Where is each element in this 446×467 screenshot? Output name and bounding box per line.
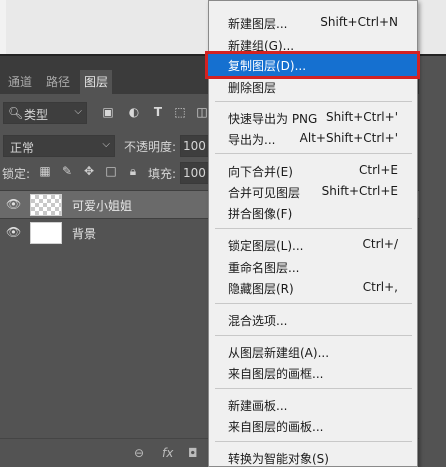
link-icon[interactable]: ⊖ (134, 446, 144, 460)
lock-position-icon[interactable]: ✥ (82, 164, 96, 178)
menu-item-shortcut: Shift+Ctrl+E (321, 184, 398, 198)
menu-item-shortcut: Ctrl+E (359, 163, 398, 177)
menu-item-shortcut: Alt+Shift+Ctrl+' (299, 131, 398, 145)
fx-icon[interactable]: fx (162, 446, 173, 460)
menu-item-label: 重命名图层... (228, 261, 300, 275)
type-filter-icon[interactable]: T (150, 104, 166, 120)
tab-layers[interactable]: 图层 (80, 70, 113, 94)
menu-item-rename-layer[interactable]: 重命名图层... (209, 256, 417, 278)
blend-mode-value: 正常 (10, 141, 35, 155)
menu-item-hide-layers[interactable]: 隐藏图层(R) Ctrl+, (209, 277, 417, 299)
lock-label: 锁定: (2, 167, 31, 181)
menu-item-label: 新建画板... (228, 399, 288, 413)
lock-all-icon[interactable]: 🔒︎ (126, 164, 140, 178)
layer-context-menu: 新建图层... Shift+Ctrl+N 新建组(G)... 复制图层(D)...… (205, 0, 420, 467)
layer-filter-select[interactable]: 🔍︎ 类型 ⌵ (3, 102, 87, 124)
lock-transparency-icon[interactable]: ▦ (38, 164, 52, 178)
menu-item-shortcut: Shift+Ctrl+' (325, 110, 398, 124)
menu-item-label: 向下合并(E) (228, 165, 293, 179)
menu-item-duplicate-layer[interactable]: 复制图层(D)... (205, 51, 420, 79)
lock-brush-icon[interactable]: ✎ (60, 164, 74, 178)
menu-separator (215, 388, 412, 389)
menu-item-new-artboard[interactable]: 新建画板... (209, 394, 417, 416)
opacity-value: 100 (183, 139, 206, 153)
layer-thumbnail (30, 222, 62, 244)
menu-item-blending-options[interactable]: 混合选项... (209, 309, 417, 331)
tab-paths[interactable]: 路径 (42, 70, 74, 94)
chevron-down-icon: ⌵ (102, 139, 110, 150)
layer-thumbnail (30, 194, 62, 216)
menu-item-convert-smart-object[interactable]: 转换为智能对象(S) (209, 447, 417, 467)
menu-item-merge-visible[interactable]: 合并可见图层 Shift+Ctrl+E (209, 181, 417, 203)
menu-item-label: 来自图层的画框... (228, 367, 324, 381)
search-icon: 🔍︎ (8, 106, 24, 120)
menu-item-label: 拼合图像(F) (228, 207, 293, 221)
fill-value: 100 (183, 166, 206, 180)
opacity-label: 不透明度: (124, 140, 177, 154)
menu-item-label: 快速导出为 PNG (228, 112, 318, 126)
menu-item-new-group[interactable]: 新建组(G)... (209, 34, 417, 56)
menu-item-merge-down[interactable]: 向下合并(E) Ctrl+E (209, 160, 417, 182)
menu-item-shortcut: Shift+Ctrl+N (320, 15, 398, 29)
shape-filter-icon[interactable]: ⬚ (172, 104, 188, 120)
chevron-down-icon: ⌵ (74, 106, 82, 117)
menu-item-label: 删除图层 (228, 81, 277, 95)
menu-item-label: 合并可见图层 (228, 186, 301, 200)
menu-item-label: 转换为智能对象(S) (228, 452, 329, 466)
menu-item-new-layer[interactable]: 新建图层... Shift+Ctrl+N (209, 12, 417, 34)
menu-item-label: 新建图层... (228, 17, 288, 31)
mask-icon[interactable]: ◘ (188, 446, 198, 460)
adjustment-filter-icon[interactable]: ◐ (126, 104, 142, 120)
menu-separator (215, 335, 412, 336)
menu-separator (215, 303, 412, 304)
blend-mode-select[interactable]: 正常 ⌵ (3, 135, 115, 157)
menu-item-shortcut: Ctrl+, (362, 280, 398, 294)
menu-separator (215, 153, 412, 154)
menu-item-label: 隐藏图层(R) (228, 282, 294, 296)
menu-item-frame-from-layers[interactable]: 来自图层的画框... (209, 362, 417, 384)
menu-item-export-as[interactable]: 导出为... Alt+Shift+Ctrl+' (209, 128, 417, 150)
menu-item-label: 来自图层的画板... (228, 420, 324, 434)
lock-artboard-icon[interactable]: □ (104, 164, 118, 178)
tab-channels[interactable]: 通道 (4, 70, 36, 94)
menu-separator (215, 101, 412, 102)
menu-item-label: 导出为... (228, 133, 276, 147)
menu-item-artboard-from-layers[interactable]: 来自图层的画板... (209, 415, 417, 437)
menu-separator (215, 228, 412, 229)
menu-item-lock-layers[interactable]: 锁定图层(L)... Ctrl+/ (209, 234, 417, 256)
menu-item-label: 混合选项... (228, 314, 288, 328)
filter-kind-label: 类型 (24, 108, 49, 122)
panel-right-edge (419, 56, 446, 467)
menu-item-shortcut: Ctrl+/ (362, 237, 398, 251)
menu-item-flatten-image[interactable]: 拼合图像(F) (209, 202, 417, 224)
menu-item-quick-export-png[interactable]: 快速导出为 PNG Shift+Ctrl+' (209, 107, 417, 129)
eye-icon[interactable]: 👁︎ (6, 197, 21, 211)
menu-item-label: 新建组(G)... (228, 39, 295, 53)
menu-item-label: 复制图层(D)... (228, 59, 307, 73)
menu-item-label: 从图层新建组(A)... (228, 346, 330, 360)
layer-name[interactable]: 可爱小姐姐 (72, 197, 132, 214)
menu-item-delete-layer[interactable]: 删除图层 (209, 76, 417, 98)
menu-item-label: 锁定图层(L)... (228, 239, 304, 253)
pixel-filter-icon[interactable]: ▣ (100, 104, 116, 120)
menu-separator (215, 441, 412, 442)
layer-name[interactable]: 背景 (72, 225, 96, 242)
fill-label: 填充: (148, 167, 177, 181)
menu-item-group-from-layers[interactable]: 从图层新建组(A)... (209, 341, 417, 363)
eye-icon[interactable]: 👁︎ (6, 225, 21, 239)
